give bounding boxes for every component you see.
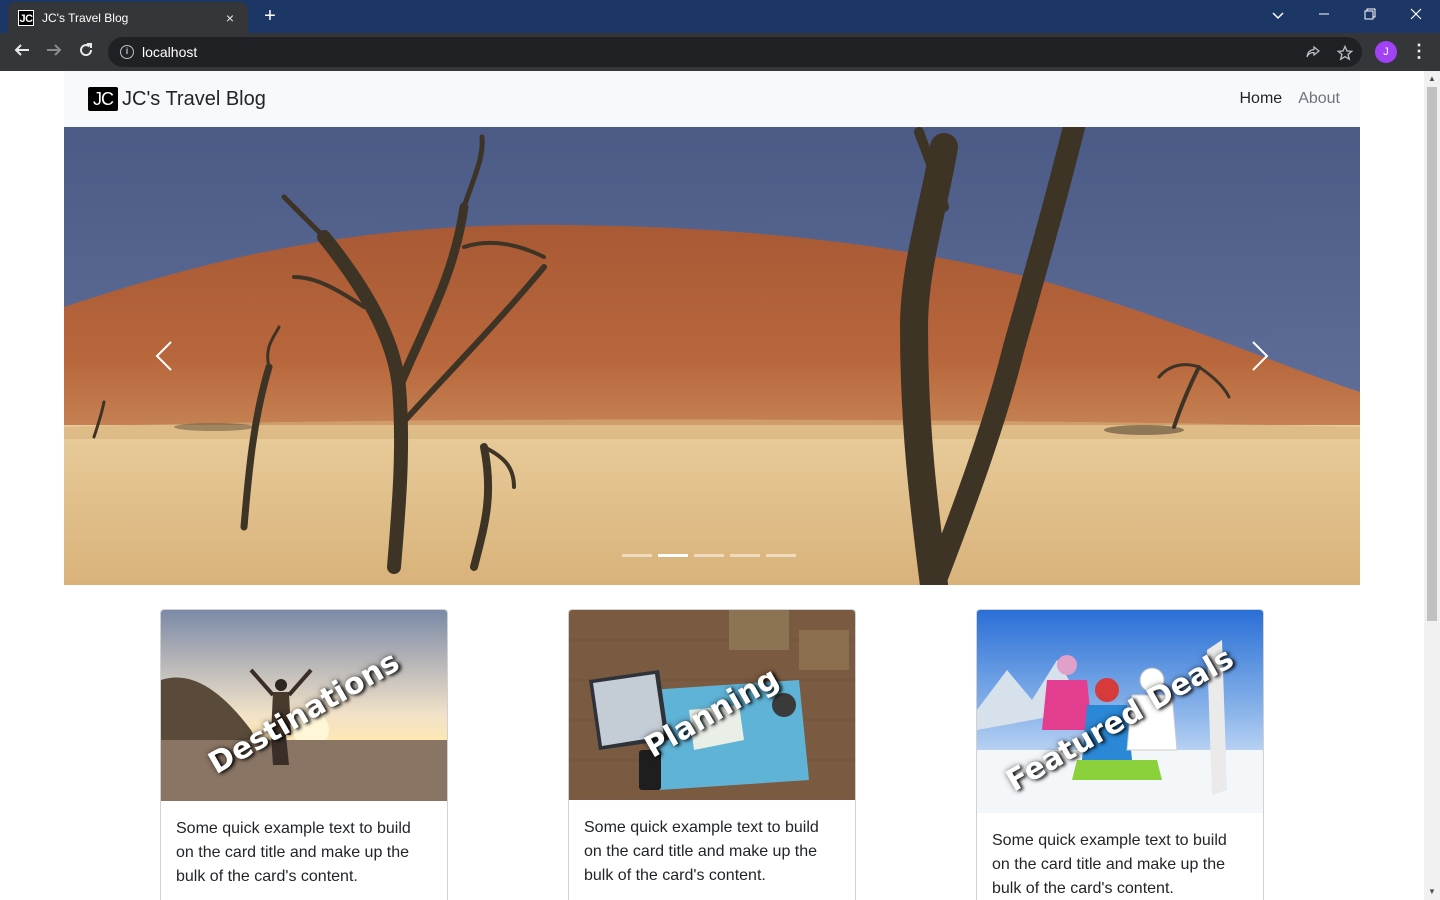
browser-menu-icon[interactable]: ⋮	[1410, 39, 1428, 65]
site-info-icon[interactable]: i	[120, 45, 134, 59]
carousel-prev-button[interactable]	[64, 127, 264, 585]
carousel-indicator[interactable]	[658, 554, 688, 557]
nav-link-home[interactable]: Home	[1240, 90, 1283, 108]
site-navbar: JC JC's Travel Blog Home About	[64, 71, 1360, 127]
brand-link[interactable]: JC JC's Travel Blog	[88, 87, 266, 111]
hero-carousel	[64, 127, 1360, 585]
tab-search-icon[interactable]	[1260, 4, 1296, 28]
chevron-left-icon	[155, 341, 172, 371]
card-image-planning: Planning	[569, 610, 855, 800]
share-icon[interactable]	[1304, 45, 1322, 63]
restore-icon[interactable]	[1352, 4, 1388, 28]
tab-favicon: JC	[18, 9, 34, 26]
card-body: Some quick example text to build on the …	[569, 800, 855, 900]
carousel-indicator[interactable]	[766, 554, 796, 557]
page-scrollbar[interactable]: ▲ ▼	[1424, 71, 1440, 900]
back-arrow-icon[interactable]	[8, 38, 36, 66]
carousel-indicator[interactable]	[622, 554, 652, 557]
carousel-indicators	[622, 554, 796, 557]
tab-title: JC's Travel Blog	[42, 10, 129, 25]
card-text: Some quick example text to build on the …	[584, 819, 819, 884]
card-image-featured-deals: Featured Deals	[977, 610, 1263, 813]
tab-close-icon[interactable]: ×	[222, 10, 238, 26]
address-bar[interactable]: i localhost	[108, 37, 1362, 67]
page-container: JC JC's Travel Blog Home About	[64, 71, 1360, 585]
brand-text: JC's Travel Blog	[122, 87, 266, 110]
reload-icon[interactable]	[72, 38, 100, 66]
card-planning[interactable]: Planning Some quick example text to buil…	[568, 609, 856, 900]
url-text: localhost	[142, 44, 198, 60]
page-viewport: JC JC's Travel Blog Home About Destinati…	[0, 71, 1424, 900]
browser-tab-strip: JC JC's Travel Blog × +	[0, 0, 1440, 33]
forward-arrow-icon[interactable]	[40, 38, 68, 66]
card-destinations[interactable]: Destinations Some quick example text to …	[160, 609, 448, 900]
carousel-indicator[interactable]	[694, 554, 724, 557]
nav-link-about[interactable]: About	[1298, 90, 1340, 108]
nav-links: Home About	[1240, 90, 1341, 108]
card-body: Some quick example text to build on the …	[977, 813, 1263, 900]
new-tab-icon[interactable]: +	[258, 6, 282, 28]
close-window-icon[interactable]	[1398, 4, 1434, 28]
carousel-indicator[interactable]	[730, 554, 760, 557]
scroll-thumb[interactable]	[1427, 87, 1437, 621]
browser-tab[interactable]: JC JC's Travel Blog ×	[8, 2, 248, 33]
profile-avatar[interactable]: J	[1375, 41, 1397, 63]
minimize-icon[interactable]	[1306, 4, 1342, 28]
card-featured-deals[interactable]: Featured Deals Some quick example text t…	[976, 609, 1264, 900]
card-body: Some quick example text to build on the …	[161, 801, 447, 900]
brand-logo: JC	[88, 87, 118, 111]
scroll-up-icon[interactable]: ▲	[1424, 71, 1440, 87]
chevron-right-icon	[1252, 341, 1269, 371]
card-text: Some quick example text to build on the …	[992, 832, 1227, 897]
bookmark-star-icon[interactable]	[1336, 44, 1354, 63]
carousel-next-button[interactable]	[1160, 127, 1360, 585]
card-image-destinations: Destinations	[161, 610, 447, 801]
browser-toolbar: i localhost J ⋮	[0, 33, 1440, 71]
card-text: Some quick example text to build on the …	[176, 820, 411, 885]
scroll-down-icon[interactable]: ▼	[1424, 884, 1440, 900]
